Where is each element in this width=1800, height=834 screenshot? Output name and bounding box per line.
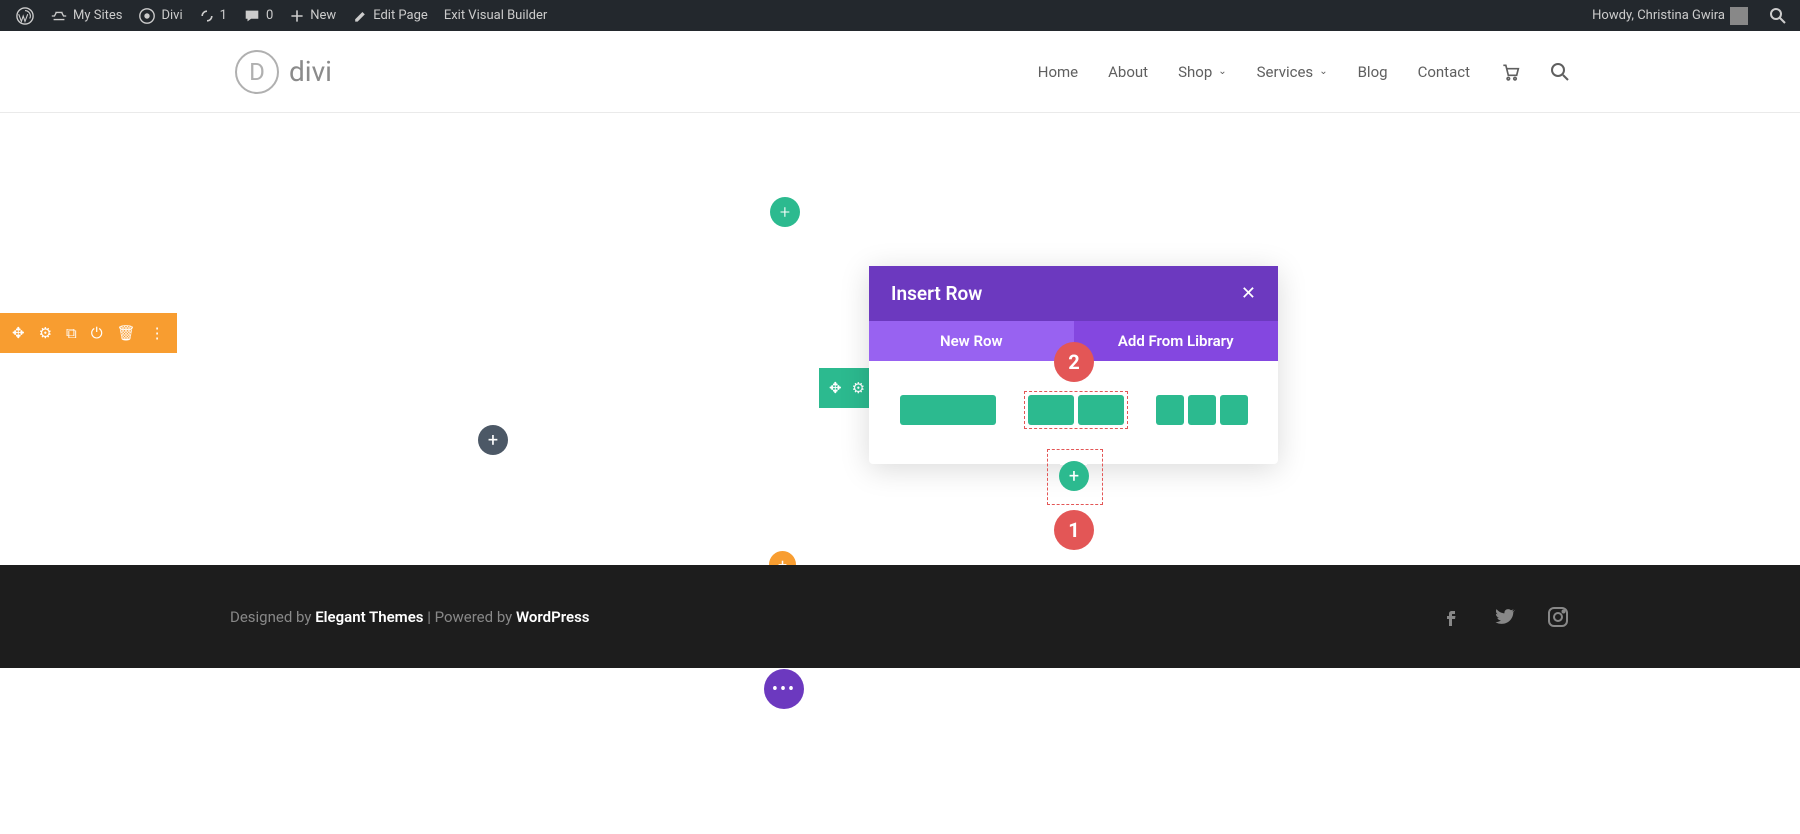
my-sites-label: My Sites [73, 8, 122, 23]
updates-menu[interactable]: 1 [191, 0, 235, 31]
logo-mark: D [235, 50, 279, 94]
column-preview [1220, 395, 1248, 425]
layout-two-column[interactable] [1024, 391, 1128, 429]
nav-home-label: Home [1038, 63, 1078, 81]
elegant-themes-link[interactable]: Elegant Themes [315, 608, 423, 626]
tab-new-label: New Row [940, 332, 1003, 350]
cart-button[interactable] [1500, 62, 1520, 82]
nav-contact-label: Contact [1418, 63, 1470, 81]
column-preview [1078, 395, 1124, 425]
section-toolbar: ✥ ⚙ ⧉ ⏻ 🗑 ⋮ [0, 313, 177, 353]
badge-1-label: 1 [1068, 518, 1079, 542]
column-preview [1156, 395, 1184, 425]
nav-services-label: Services [1257, 63, 1314, 81]
updates-count: 1 [220, 8, 227, 23]
tab-library[interactable]: Add From Library [1074, 321, 1279, 361]
nav-shop-label: Shop [1178, 63, 1212, 81]
trash-icon[interactable]: 🗑 [117, 324, 136, 342]
facebook-icon[interactable] [1438, 605, 1462, 629]
column-preview [900, 395, 996, 425]
layout-single-column[interactable] [896, 391, 1000, 429]
wordpress-icon [16, 7, 34, 25]
nav-services[interactable]: Services ⌄ [1257, 63, 1328, 81]
wp-admin-bar: My Sites Divi 1 0 New Edit Page Exit Vis… [0, 0, 1800, 31]
add-row-button[interactable]: + [1059, 461, 1089, 491]
my-sites-menu[interactable]: My Sites [42, 0, 130, 31]
admin-search[interactable] [1764, 0, 1792, 31]
wordpress-link[interactable]: WordPress [516, 608, 590, 626]
edit-page-menu[interactable]: Edit Page [344, 0, 436, 31]
site-footer: Designed by Elegant Themes | Powered by … [0, 565, 1800, 668]
chevron-down-icon: ⌄ [1319, 66, 1327, 77]
comments-count: 0 [266, 8, 273, 23]
site-name-menu[interactable]: Divi [130, 0, 190, 31]
popup-title: Insert Row [891, 282, 982, 305]
comments-menu[interactable]: 0 [235, 0, 281, 31]
refresh-icon [199, 8, 215, 24]
main-navigation: Home About Shop ⌄ Services ⌄ Blog Contact [1038, 62, 1570, 82]
power-icon[interactable]: ⏻ [91, 324, 103, 342]
layout-three-column[interactable] [1152, 391, 1252, 429]
tab-library-label: Add From Library [1118, 332, 1234, 350]
nav-about[interactable]: About [1108, 63, 1148, 81]
nav-blog[interactable]: Blog [1358, 63, 1388, 81]
row-toolbar: ✥ ⚙ [819, 368, 875, 408]
footer-credits: Designed by Elegant Themes | Powered by … [230, 608, 590, 626]
exit-builder-menu[interactable]: Exit Visual Builder [436, 0, 555, 31]
search-icon [1550, 62, 1570, 82]
search-icon [1768, 6, 1788, 26]
new-menu[interactable]: New [281, 0, 344, 31]
move-icon[interactable]: ✥ [12, 324, 25, 342]
plus-icon [289, 8, 305, 24]
footer-social [1438, 605, 1570, 629]
pencil-icon [352, 8, 368, 24]
popup-header: Insert Row ✕ [869, 266, 1278, 321]
add-module-button[interactable]: + [478, 425, 508, 455]
tab-new-row[interactable]: New Row [869, 321, 1074, 361]
edit-page-label: Edit Page [373, 8, 428, 23]
more-icon[interactable]: ⋮ [150, 324, 165, 342]
dashboard-icon [138, 7, 156, 25]
wp-admin-left: My Sites Divi 1 0 New Edit Page Exit Vis… [8, 0, 555, 31]
instagram-icon[interactable] [1546, 605, 1570, 629]
footer-separator: | Powered by [423, 608, 516, 626]
badge-2-label: 2 [1068, 350, 1079, 374]
nav-search[interactable] [1550, 62, 1570, 82]
site-header: D divi Home About Shop ⌄ Services ⌄ Blog C… [0, 31, 1800, 113]
nav-shop[interactable]: Shop ⌄ [1178, 63, 1227, 81]
site-name-label: Divi [161, 8, 182, 23]
exit-builder-label: Exit Visual Builder [444, 8, 547, 23]
cart-icon [1500, 62, 1520, 82]
new-label: New [310, 8, 336, 23]
column-preview [1188, 395, 1216, 425]
close-icon[interactable]: ✕ [1241, 283, 1256, 304]
logo-letter: D [249, 58, 265, 86]
add-section-button[interactable]: + [770, 197, 800, 227]
designed-by-text: Designed by [230, 608, 315, 626]
gear-icon[interactable]: ⚙ [852, 379, 865, 397]
wordpress-menu[interactable] [8, 0, 42, 31]
annotation-badge-1: 1 [1054, 510, 1094, 550]
account-menu[interactable]: Howdy, Christina Gwira [1584, 0, 1756, 31]
move-icon[interactable]: ✥ [829, 379, 842, 397]
duplicate-icon[interactable]: ⧉ [66, 324, 77, 342]
chevron-down-icon: ⌄ [1218, 66, 1226, 77]
builder-more-button[interactable]: ••• [764, 669, 804, 709]
logo-text: divi [289, 55, 332, 88]
wp-admin-right: Howdy, Christina Gwira [1584, 0, 1792, 31]
annotation-badge-2: 2 [1054, 342, 1094, 382]
column-preview [1028, 395, 1074, 425]
gear-icon[interactable]: ⚙ [39, 324, 52, 342]
network-icon [50, 7, 68, 25]
nav-contact[interactable]: Contact [1418, 63, 1470, 81]
nav-about-label: About [1108, 63, 1148, 81]
avatar [1730, 7, 1748, 25]
twitter-icon[interactable] [1490, 605, 1518, 629]
greeting-label: Howdy, Christina Gwira [1592, 8, 1725, 23]
site-logo[interactable]: D divi [235, 50, 332, 94]
nav-home[interactable]: Home [1038, 63, 1078, 81]
nav-blog-label: Blog [1358, 63, 1388, 81]
comment-icon [243, 7, 261, 25]
